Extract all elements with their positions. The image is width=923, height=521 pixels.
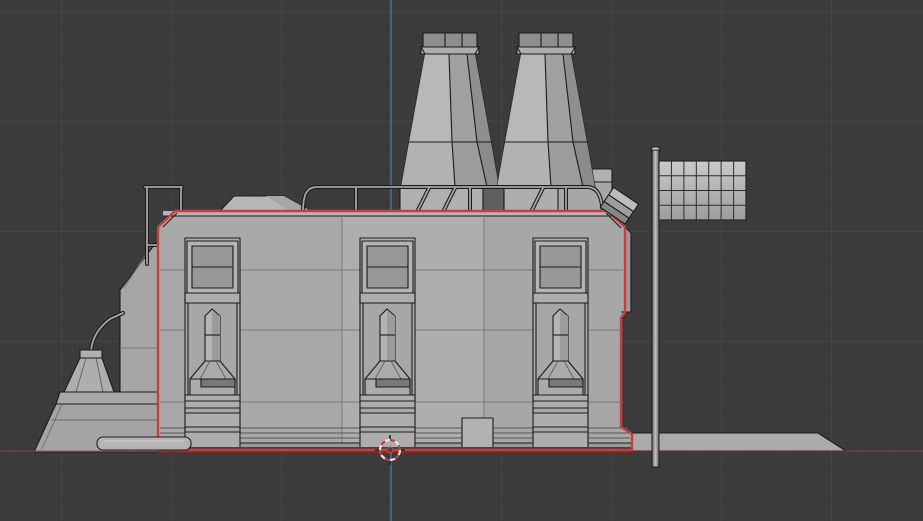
bay-left[interactable] <box>184 237 241 449</box>
3d-viewport[interactable] <box>0 0 923 521</box>
cursor-center-dot <box>386 446 394 454</box>
factory-building[interactable] <box>156 209 634 453</box>
ground-pipe[interactable] <box>96 436 192 451</box>
bay-middle[interactable] <box>359 237 416 449</box>
annex-ledge <box>55 391 159 405</box>
flag-pole[interactable] <box>651 149 660 468</box>
bay-right[interactable] <box>532 237 589 449</box>
roof-dark-box <box>482 186 505 212</box>
door-crate[interactable] <box>461 417 494 449</box>
viewport-canvas[interactable] <box>0 0 923 521</box>
vent-hood-neck <box>79 349 103 359</box>
